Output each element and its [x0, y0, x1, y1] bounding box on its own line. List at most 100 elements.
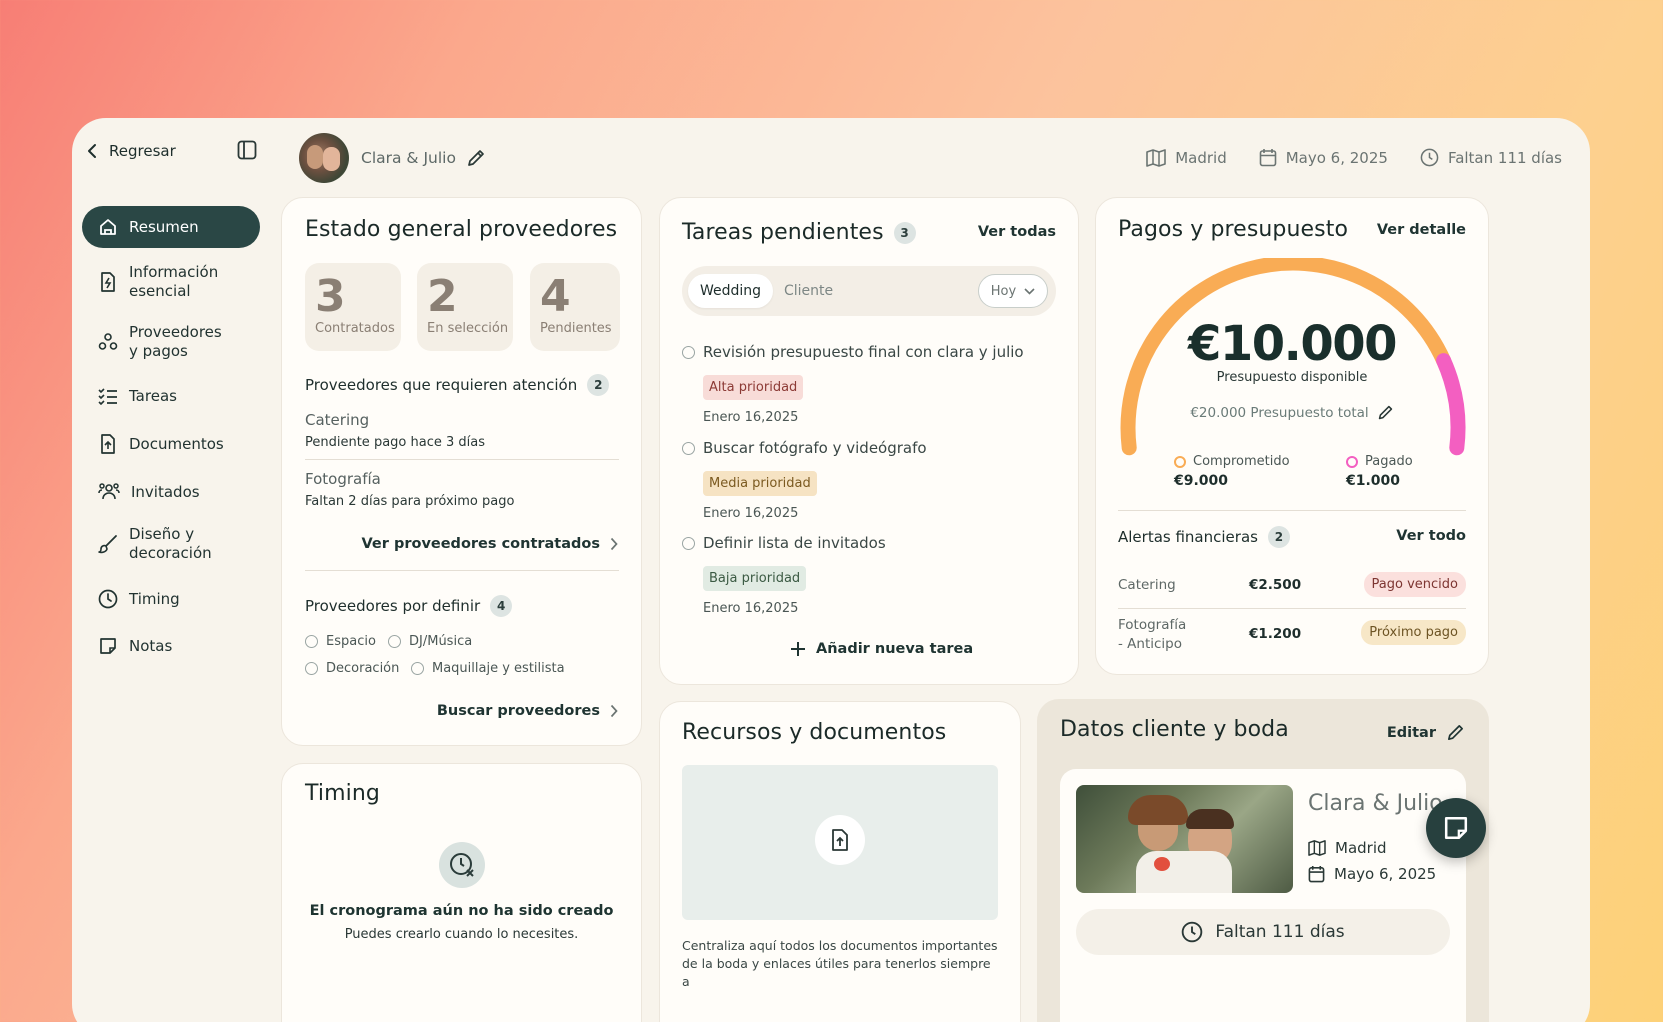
divider: [305, 570, 619, 571]
proveedores-card: Estado general proveedores 3 Contratados…: [281, 197, 642, 746]
file-upload-icon: [98, 433, 118, 455]
to-define-title: Proveedores por definir: [305, 597, 481, 615]
view-detail-link[interactable]: Ver detalle: [1377, 222, 1466, 238]
sidebar-item-label: Resumen: [129, 217, 199, 236]
date-filter-dropdown[interactable]: Hoy: [978, 274, 1048, 308]
stat-pendientes[interactable]: 4 Pendientes: [530, 263, 620, 351]
tareas-card: Tareas pendientes 3 Ver todas Wedding Cl…: [659, 197, 1079, 685]
home-icon: [98, 217, 118, 237]
priority-badge: Media prioridad: [703, 471, 817, 496]
sidebar-item-documentos[interactable]: Documentos: [82, 425, 260, 463]
vendor-status: Pendiente pago hace 3 días: [305, 435, 485, 450]
clock-icon: [1420, 148, 1439, 167]
vendor-checkbox[interactable]: Decoración: [305, 661, 399, 676]
count-badge: 4: [490, 595, 513, 617]
sidebar-item-tareas[interactable]: Tareas: [82, 377, 260, 415]
divider: [1118, 608, 1466, 609]
status-badge: Pago vencido: [1363, 572, 1466, 597]
finance-alert-row[interactable]: Catering €2.500 Pago vencido: [1118, 568, 1466, 602]
app-window: Regresar Resumen Información esencial Pr…: [72, 118, 1590, 1022]
legend-value: €9.000: [1174, 473, 1229, 489]
task-item[interactable]: Definir lista de invitados Baja priorida…: [682, 534, 886, 616]
vendor-alert-item[interactable]: Catering Pendiente pago hace 3 días: [305, 411, 619, 450]
link-label: Buscar proveedores: [436, 703, 600, 719]
attention-heading: Proveedores que requieren atención 2: [305, 374, 610, 396]
client-couple-name: Clara & Julio: [1308, 791, 1443, 816]
avatar: [299, 133, 349, 183]
sidebar-item-informacion[interactable]: Información esencial: [82, 263, 260, 301]
couple-name-header: Clara & Julio: [361, 148, 486, 168]
sidebar-item-diseno[interactable]: Diseño y decoración: [82, 525, 260, 563]
radio-icon: [305, 662, 318, 675]
stat-contratados[interactable]: 3 Contratados: [305, 263, 401, 351]
header-date: Mayo 6, 2025: [1259, 148, 1388, 167]
new-note-button[interactable]: [1426, 798, 1486, 858]
task-title: Buscar fotógrafo y videógrafo: [703, 439, 927, 457]
vendor-checkbox[interactable]: DJ/Música: [388, 634, 472, 649]
vendor-alert-item[interactable]: Fotografía Faltan 2 días para próximo pa…: [305, 470, 619, 509]
vendor-checkbox[interactable]: Maquillaje y estilista: [411, 661, 565, 676]
file-upload-icon: [815, 815, 865, 865]
vendor-name: Catering: [305, 411, 370, 429]
sidebar-item-label: Timing: [129, 589, 180, 608]
task-checkbox[interactable]: [682, 441, 695, 455]
client-city: Madrid: [1308, 839, 1387, 857]
users-icon: [98, 482, 120, 502]
task-tabs: Wedding Cliente Hoy: [682, 266, 1056, 316]
chevron-left-icon: [87, 143, 97, 159]
tab-wedding[interactable]: Wedding: [688, 274, 774, 308]
stat-label: En selección: [427, 321, 509, 336]
vendor-name: Fotografía: [305, 470, 381, 488]
sidebar-item-timing[interactable]: Timing: [82, 581, 260, 617]
search-vendors-link[interactable]: Buscar proveedores: [437, 703, 618, 719]
sidebar-item-label: Tareas: [129, 386, 177, 405]
edit-icon[interactable]: [466, 148, 486, 168]
upload-dropzone[interactable]: [682, 765, 998, 920]
countdown-text: Faltan 111 días: [1215, 922, 1345, 942]
task-item[interactable]: Buscar fotógrafo y videógrafo Media prio…: [682, 439, 927, 521]
checkbox-label: Decoración: [326, 661, 400, 676]
checklist-icon: [98, 387, 118, 405]
sidebar-item-notas[interactable]: Notas: [82, 628, 260, 664]
vendor-checkbox[interactable]: Espacio: [305, 634, 376, 649]
alerts-heading: Alertas financieras 2: [1118, 526, 1290, 548]
card-title: Recursos y documentos: [682, 720, 947, 745]
legend-dot-icon: [1346, 455, 1358, 468]
available-amount: €10.000: [1187, 316, 1398, 372]
back-button[interactable]: Regresar: [87, 142, 176, 160]
sidebar-toggle-icon[interactable]: [237, 140, 257, 160]
task-item[interactable]: Revisión presupuesto final con clara y j…: [682, 343, 1024, 425]
task-checkbox[interactable]: [682, 345, 695, 359]
stat-en-seleccion[interactable]: 2 En selección: [417, 263, 513, 351]
priority-badge: Baja prioridad: [703, 566, 807, 591]
radio-icon: [305, 635, 318, 648]
view-all-alerts-link[interactable]: Ver todo: [1396, 528, 1466, 544]
city-text: Madrid: [1175, 148, 1227, 167]
finance-alert-row[interactable]: Fotografía - Anticipo €1.200 Próximo pag…: [1118, 616, 1466, 658]
stat-number: 3: [315, 271, 346, 322]
link-label: Ver todo: [1396, 528, 1466, 544]
calendar-icon: [1308, 865, 1325, 883]
task-checkbox[interactable]: [682, 536, 695, 550]
file-bolt-icon: [98, 271, 118, 293]
alert-amount: €2.500: [1249, 577, 1302, 593]
attention-title: Proveedores que requieren atención: [305, 376, 578, 394]
link-label: Editar: [1386, 724, 1436, 741]
sidebar-item-proveedores[interactable]: Proveedores y pagos: [82, 323, 260, 361]
checkbox-label: DJ/Música: [409, 634, 473, 649]
legend-dot-icon: [1174, 455, 1186, 468]
view-contracted-link[interactable]: Ver proveedores contratados: [361, 536, 618, 552]
priority-badge: Alta prioridad: [703, 375, 804, 400]
alert-concept: Fotografía - Anticipo: [1118, 617, 1187, 652]
edit-icon[interactable]: [1377, 404, 1394, 421]
radio-icon: [411, 662, 424, 675]
sidebar-item-resumen[interactable]: Resumen: [82, 206, 260, 248]
view-all-tasks-link[interactable]: Ver todas: [978, 224, 1056, 240]
edit-button[interactable]: Editar: [1387, 723, 1465, 742]
total-budget: €20.000 Presupuesto total: [1096, 404, 1488, 421]
datos-card: Datos cliente y boda Editar Clara & Juli…: [1037, 699, 1489, 1022]
clock-icon: [98, 589, 118, 609]
add-task-button[interactable]: Añadir nueva tarea: [790, 641, 973, 657]
sidebar-item-invitados[interactable]: Invitados: [82, 473, 260, 511]
tab-cliente[interactable]: Cliente: [772, 274, 845, 308]
